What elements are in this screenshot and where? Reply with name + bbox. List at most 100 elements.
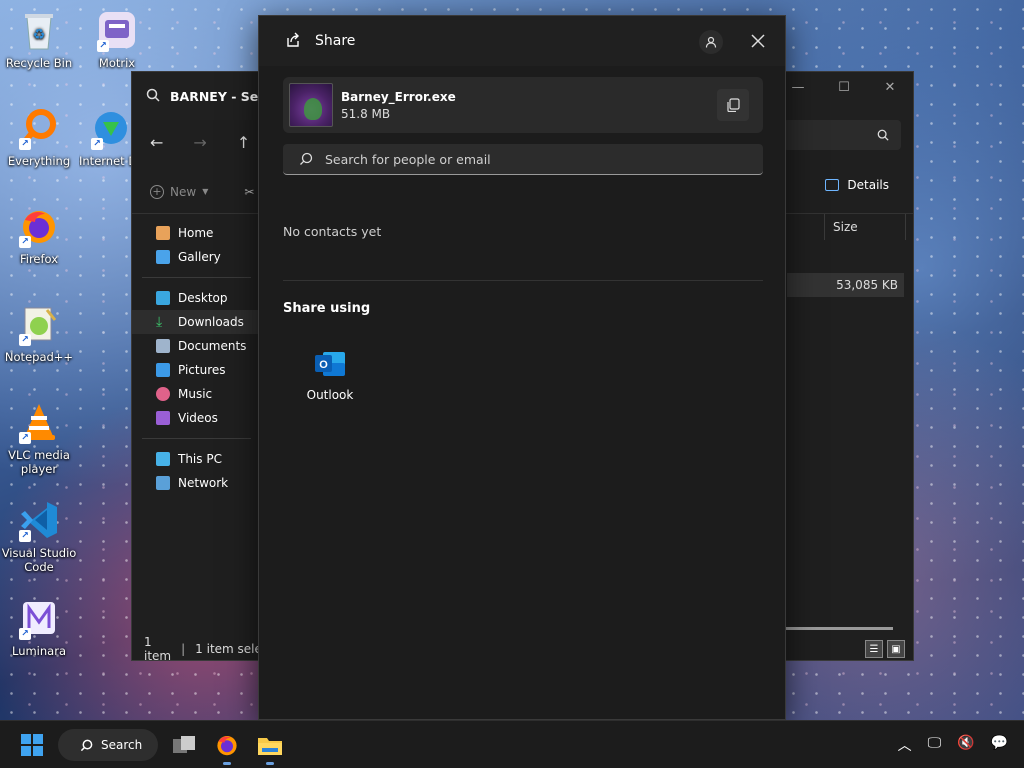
person-icon	[705, 36, 717, 48]
nav-item-gallery[interactable]: Gallery	[132, 245, 259, 269]
everything-icon: ↗	[17, 106, 61, 150]
share-app-outlook[interactable]: O Outlook	[299, 348, 361, 402]
horizontal-scrollbar[interactable]	[785, 627, 893, 630]
desktop-icon-label: Firefox	[19, 252, 59, 266]
nav-item-videos[interactable]: Videos	[132, 406, 259, 430]
desktop-icon-label: Luminara	[11, 644, 66, 658]
window-controls: — ☐ ✕	[775, 72, 913, 102]
nav-item-label: This PC	[178, 452, 222, 466]
share-using-heading: Share using	[283, 301, 371, 316]
desktop-icon-recycle-bin[interactable]: ♻ Recycle Bin	[1, 8, 77, 70]
details-pane-icon	[825, 179, 840, 191]
status-separator: |	[181, 642, 186, 656]
navigation-pane: Home Gallery Desktop ⤓ Downloads Document…	[132, 215, 259, 638]
desktop-icon-motrix[interactable]: ↗ Motrix	[79, 8, 155, 70]
taskbar-file-explorer[interactable]	[256, 731, 284, 765]
taskbar-search-label: Search	[101, 738, 143, 752]
folder-icon	[258, 738, 282, 755]
search-icon	[80, 739, 93, 751]
task-view-button[interactable]	[170, 731, 198, 759]
share-header: Share	[259, 16, 785, 66]
forward-arrow-icon[interactable]: →	[193, 133, 206, 152]
file-row-size[interactable]: 53,085 KB	[787, 273, 904, 297]
cut-icon[interactable]: ✂	[244, 185, 254, 199]
notification-icon[interactable]: 💬	[991, 735, 1008, 755]
people-search-input[interactable]	[325, 151, 763, 167]
share-dialog[interactable]: Share Barney_Error.exe 51.8 MB No contac…	[258, 15, 786, 720]
desktop-icon-firefox[interactable]: ↗ Firefox	[1, 204, 77, 266]
file-size: 51.8 MB	[341, 106, 391, 121]
view-toggles: ☰ ▣	[865, 640, 905, 658]
explorer-search-box[interactable]	[783, 120, 901, 150]
nav-divider	[142, 438, 251, 439]
svg-text:O: O	[319, 359, 328, 371]
pictures-icon	[156, 363, 170, 377]
nav-divider	[142, 277, 251, 278]
desktop-icon-label: Notepad++	[4, 350, 74, 364]
nav-item-network[interactable]: Network	[132, 471, 259, 495]
column-header-size[interactable]: Size	[824, 214, 906, 240]
documents-icon	[156, 339, 170, 353]
nav-item-label: Music	[178, 387, 213, 401]
desktop-icon-everything[interactable]: ↗ Everything	[1, 106, 77, 168]
network-icon	[156, 476, 170, 490]
videos-icon	[156, 411, 170, 425]
new-label: New	[170, 184, 197, 199]
chevron-down-icon: ▼	[202, 187, 209, 196]
status-bar: 1 item | 1 item selec	[132, 635, 268, 663]
nav-item-desktop[interactable]: Desktop	[132, 286, 259, 310]
search-icon	[300, 152, 313, 165]
up-arrow-icon[interactable]: ↑	[237, 133, 250, 152]
copy-button[interactable]	[717, 89, 749, 121]
desktop-icon-vlc[interactable]: ↗ VLC media player	[1, 400, 77, 476]
close-icon[interactable]: ✕	[867, 72, 913, 102]
chevron-up-icon[interactable]: ︿	[898, 735, 912, 755]
account-button[interactable]	[699, 30, 723, 54]
maximize-icon[interactable]: ☐	[821, 72, 867, 102]
plus-circle-icon: +	[150, 184, 164, 199]
task-view-icon	[173, 736, 195, 753]
details-label: Details	[847, 178, 889, 192]
nav-item-label: Network	[178, 476, 229, 490]
new-button[interactable]: + New ▼	[150, 184, 209, 199]
taskbar-firefox[interactable]	[213, 731, 241, 765]
tiles-view-icon[interactable]: ▣	[887, 640, 905, 658]
notepadpp-icon: ↗	[17, 302, 61, 346]
internet-download-manager-icon: ↗	[89, 106, 133, 150]
start-button[interactable]	[20, 733, 44, 757]
nav-item-label: Desktop	[178, 291, 228, 305]
back-arrow-icon[interactable]: ←	[150, 133, 163, 152]
desktop-icon-label: Recycle Bin	[5, 56, 73, 70]
nav-item-label: Downloads	[178, 315, 244, 329]
outlook-icon: O	[313, 348, 347, 380]
vlc-icon: ↗	[17, 400, 61, 444]
nav-item-label: Gallery	[178, 250, 221, 264]
nav-item-pictures[interactable]: Pictures	[132, 358, 259, 382]
volume-muted-icon[interactable]: 🔇	[957, 735, 974, 755]
file-thumbnail	[289, 83, 333, 127]
svg-text:♻: ♻	[33, 27, 46, 43]
nav-item-label: Videos	[178, 411, 218, 425]
desktop-folder-icon	[156, 291, 170, 305]
nav-item-label: Home	[178, 226, 214, 240]
luminara-icon: ↗	[17, 596, 61, 640]
nav-item-this-pc[interactable]: This PC	[132, 447, 259, 471]
people-search-field[interactable]	[283, 144, 763, 175]
close-button[interactable]	[745, 28, 771, 54]
system-tray: ︿ 🖵 🔇 💬	[898, 735, 1008, 755]
desktop-icon-notepadpp[interactable]: ↗ Notepad++	[1, 302, 77, 364]
details-button[interactable]: Details	[825, 178, 889, 192]
status-item-count: 1 item	[144, 635, 172, 663]
desktop-icon-vscode[interactable]: ↗ Visual Studio Code	[1, 498, 77, 574]
share-icon	[285, 32, 301, 51]
nav-item-home[interactable]: Home	[132, 221, 259, 245]
nav-item-music[interactable]: Music	[132, 382, 259, 406]
taskbar-search-button[interactable]: Search	[58, 729, 158, 761]
details-view-icon[interactable]: ☰	[865, 640, 883, 658]
network-monitor-icon[interactable]: 🖵	[928, 735, 942, 755]
vscode-icon: ↗	[17, 498, 61, 542]
nav-item-documents[interactable]: Documents	[132, 334, 259, 358]
nav-item-downloads[interactable]: ⤓ Downloads	[132, 310, 259, 334]
desktop-icon-luminara[interactable]: ↗ Luminara	[1, 596, 77, 658]
close-icon	[751, 34, 765, 48]
